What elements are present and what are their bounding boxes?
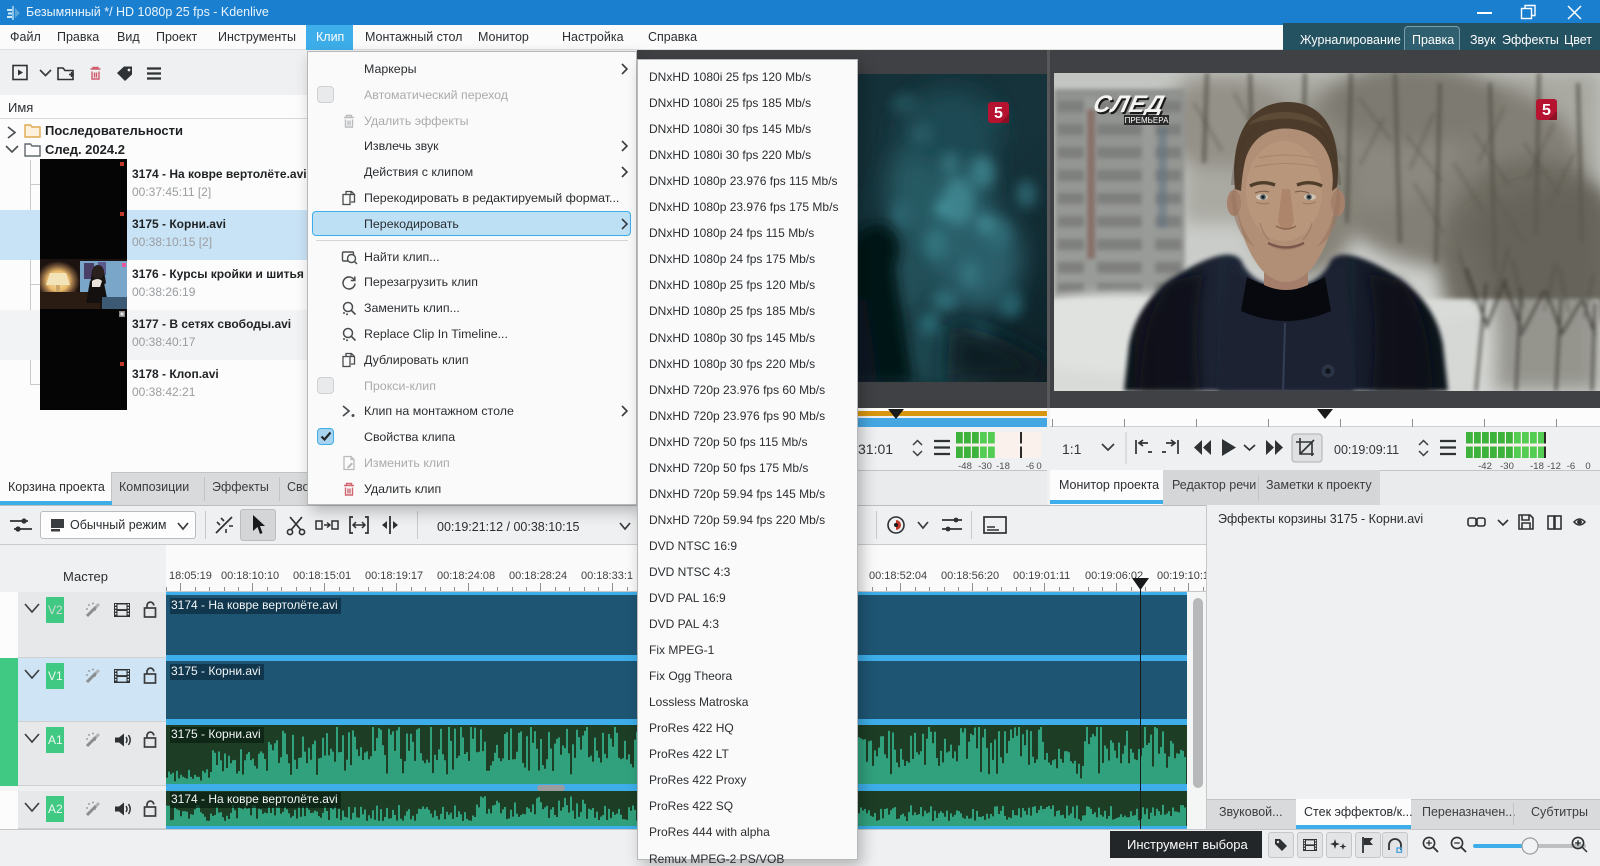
svg-text:ПРЕМЬЕРА: ПРЕМЬЕРА <box>1125 116 1169 125</box>
svg-text:5: 5 <box>1542 102 1551 119</box>
svg-text:5: 5 <box>994 105 1003 122</box>
svg-text:СЛЕД: СЛЕД <box>1091 91 1167 118</box>
